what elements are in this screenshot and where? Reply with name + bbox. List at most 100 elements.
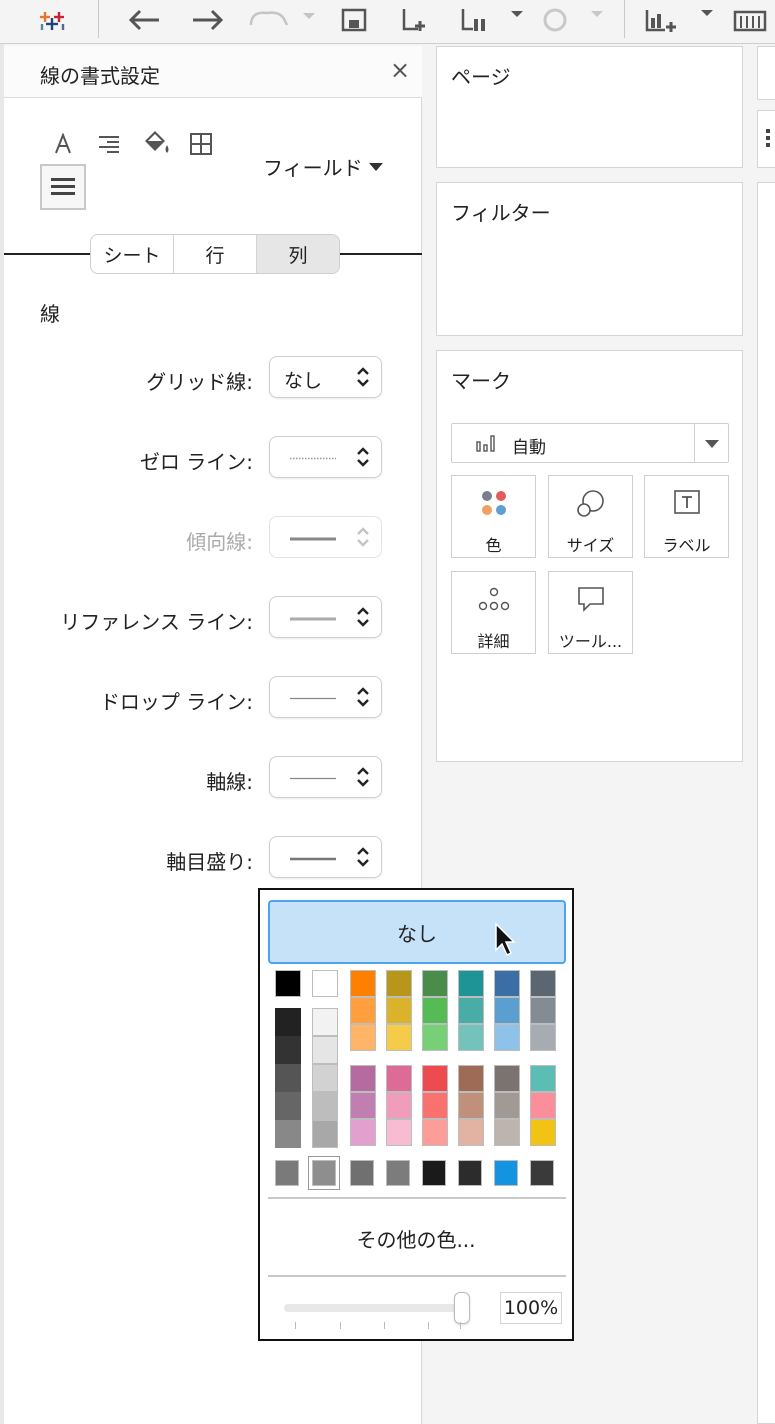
color-swatch[interactable] — [386, 1119, 412, 1146]
recent-color-swatch[interactable] — [350, 1160, 374, 1186]
detail-button[interactable]: 詳細 — [451, 571, 536, 654]
tooltip-icon — [577, 587, 604, 612]
color-swatch[interactable] — [350, 1065, 376, 1092]
color-swatch[interactable] — [350, 1024, 376, 1051]
label-button[interactable]: ラベル — [644, 475, 729, 558]
tooltip-button[interactable]: ツール... — [548, 571, 633, 654]
color-swatch[interactable] — [350, 997, 376, 1024]
gray-swatch[interactable] — [275, 1064, 301, 1092]
tab-columns[interactable]: 列 — [257, 235, 339, 273]
color-button[interactable]: 色 — [451, 475, 536, 558]
borders-icon[interactable] — [186, 130, 216, 158]
gray-swatch[interactable] — [275, 1008, 301, 1036]
recent-color-swatch[interactable] — [494, 1160, 518, 1186]
recent-color-swatch[interactable] — [458, 1160, 482, 1186]
color-swatch[interactable] — [458, 1024, 484, 1051]
color-swatch[interactable] — [386, 1065, 412, 1092]
color-swatch[interactable] — [530, 1024, 556, 1051]
color-swatch[interactable] — [458, 970, 484, 997]
color-swatch[interactable] — [422, 1024, 448, 1051]
shading-icon[interactable] — [140, 128, 172, 158]
color-swatch[interactable] — [350, 1119, 376, 1146]
color-swatch[interactable] — [494, 1119, 520, 1146]
color-swatch[interactable] — [530, 1092, 556, 1119]
opacity-value[interactable]: 100% — [500, 1292, 562, 1324]
color-swatch[interactable] — [494, 1024, 520, 1051]
mark-type-dropdown[interactable]: 自動 — [451, 423, 729, 463]
gray-swatch[interactable] — [275, 1092, 301, 1120]
reference-line-label: リファレンス ライン: — [60, 610, 253, 634]
tableau-logo-icon[interactable] — [30, 0, 74, 40]
medium-line-swatch — [290, 857, 336, 861]
tab-sheet[interactable]: シート — [91, 235, 174, 273]
new-worksheet-icon[interactable] — [394, 0, 434, 40]
color-swatch[interactable] — [494, 970, 520, 997]
zero-line-select[interactable] — [269, 436, 382, 478]
recent-color-swatch[interactable] — [530, 1160, 554, 1186]
color-swatch[interactable] — [494, 1092, 520, 1119]
grid-lines-select[interactable]: なし — [269, 356, 382, 398]
color-swatch[interactable] — [422, 1119, 448, 1146]
gray-swatch[interactable] — [312, 1092, 338, 1120]
side-card-top — [757, 46, 775, 100]
drop-line-select[interactable] — [269, 676, 382, 718]
gray-swatch[interactable] — [275, 1120, 301, 1148]
recent-color-swatch[interactable] — [386, 1160, 410, 1186]
redo-arrow-icon[interactable] — [186, 0, 230, 40]
color-swatch[interactable] — [458, 1065, 484, 1092]
pause-updates-icon[interactable] — [454, 0, 524, 40]
size-button[interactable]: サイズ — [548, 475, 633, 558]
color-swatch[interactable] — [530, 970, 556, 997]
axis-ticks-select[interactable] — [269, 836, 382, 878]
pages-shelf[interactable]: ページ — [436, 46, 743, 168]
save-icon[interactable] — [334, 0, 374, 40]
new-chart-icon[interactable] — [640, 0, 714, 40]
color-swatch[interactable] — [458, 997, 484, 1024]
font-icon[interactable] — [48, 130, 78, 158]
color-swatch[interactable] — [386, 997, 412, 1024]
close-icon[interactable]: × — [390, 58, 410, 82]
color-swatch[interactable] — [350, 1092, 376, 1119]
color-swatch[interactable] — [530, 1065, 556, 1092]
undo-arrow-icon[interactable] — [122, 0, 166, 40]
gray-swatch[interactable] — [275, 1036, 301, 1064]
chevron-updown-icon — [357, 367, 369, 387]
color-swatch[interactable] — [422, 1065, 448, 1092]
gray-swatch[interactable] — [312, 1036, 338, 1064]
color-swatch[interactable] — [494, 1065, 520, 1092]
axis-line-select[interactable] — [269, 756, 382, 798]
tab-rows[interactable]: 行 — [174, 235, 257, 273]
field-dropdown[interactable]: フィールド — [263, 152, 383, 181]
gray-swatch[interactable] — [312, 1120, 338, 1148]
color-swatch[interactable] — [386, 1092, 412, 1119]
color-swatch[interactable] — [422, 1092, 448, 1119]
color-swatch[interactable] — [386, 1024, 412, 1051]
opacity-slider-track[interactable] — [284, 1304, 470, 1312]
color-swatch[interactable] — [458, 1092, 484, 1119]
alignment-icon[interactable] — [94, 130, 124, 158]
gray-swatch[interactable] — [312, 1064, 338, 1092]
chevron-updown-icon — [357, 767, 369, 787]
color-swatch[interactable] — [458, 1119, 484, 1146]
color-swatch[interactable] — [494, 997, 520, 1024]
lines-icon[interactable] — [40, 164, 86, 210]
gray-swatch[interactable] — [312, 1008, 338, 1036]
detail-label: 詳細 — [477, 632, 510, 651]
color-swatch[interactable] — [530, 997, 556, 1024]
color-swatch[interactable] — [386, 970, 412, 997]
color-swatch[interactable] — [422, 997, 448, 1024]
trend-line-select — [269, 516, 382, 558]
presentation-icon[interactable] — [726, 0, 775, 40]
none-option[interactable]: なし — [268, 900, 566, 964]
color-swatch[interactable] — [312, 970, 338, 997]
color-swatch[interactable] — [350, 970, 376, 997]
color-swatch[interactable] — [275, 970, 301, 997]
recent-color-swatch[interactable] — [422, 1160, 446, 1186]
more-colors-button[interactable]: その他の色... — [260, 1224, 572, 1253]
filters-shelf[interactable]: フィルター — [436, 182, 743, 336]
recent-color-swatch[interactable] — [275, 1160, 299, 1186]
reference-line-select[interactable] — [269, 596, 382, 638]
color-swatch[interactable] — [422, 970, 448, 997]
opacity-slider-thumb[interactable] — [454, 1292, 470, 1324]
color-swatch[interactable] — [530, 1119, 556, 1146]
